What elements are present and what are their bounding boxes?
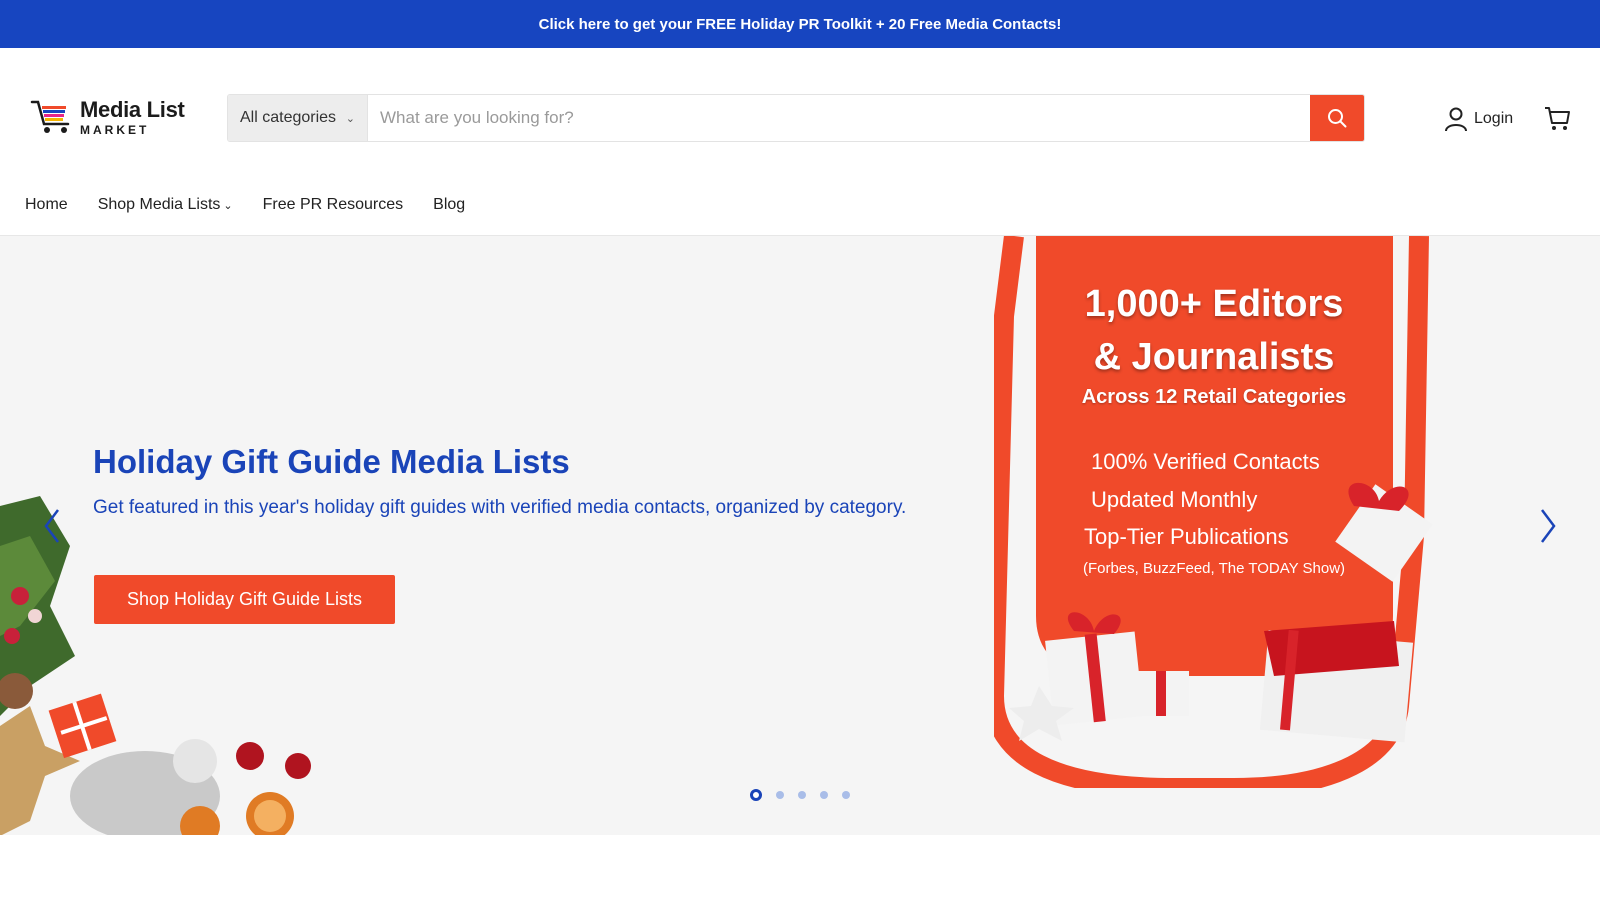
logo-cart-icon xyxy=(30,100,70,133)
slider-dot[interactable] xyxy=(776,791,784,799)
login-label: Login xyxy=(1474,110,1514,127)
promo-note: (Forbes, BuzzFeed, The TODAY Show) xyxy=(1082,560,1346,577)
chevron-down-icon: ⌄ xyxy=(223,199,233,212)
chevron-down-icon: ⌄ xyxy=(345,112,355,125)
chevron-left-icon[interactable] xyxy=(40,506,64,546)
nav-blog-label: Blog xyxy=(433,196,466,213)
nav-shop-media-lists[interactable]: Shop Media Lists ⌄ xyxy=(98,196,233,214)
search-button[interactable] xyxy=(1310,95,1364,141)
category-select-value: All categories xyxy=(240,109,337,126)
login-link[interactable]: Login xyxy=(1444,106,1513,132)
announcement-link[interactable]: Click here to get your FREE Holiday PR T… xyxy=(539,16,1062,33)
slider-dot[interactable] xyxy=(842,791,850,799)
chevron-right-icon[interactable] xyxy=(1536,506,1560,546)
nav-resources-label: Free PR Resources xyxy=(262,196,404,213)
category-select[interactable]: All categories ⌄ xyxy=(228,95,368,141)
hero-slider: Holiday Gift Guide Media Lists Get featu… xyxy=(0,235,1600,835)
hero-subtitle: Get featured in this year's holiday gift… xyxy=(93,497,907,518)
nav-blog[interactable]: Blog xyxy=(433,196,465,214)
logo-name: Media List xyxy=(80,96,185,122)
cart-icon xyxy=(1545,107,1570,130)
slider-dot[interactable] xyxy=(750,789,762,801)
announcement-bar: Click here to get your FREE Holiday PR T… xyxy=(0,0,1600,48)
promo-bullet: 100% Verified Contacts xyxy=(1091,449,1320,474)
logo-subtitle: MARKET xyxy=(80,122,150,137)
hero-title: Holiday Gift Guide Media Lists xyxy=(93,443,570,480)
user-icon xyxy=(1445,107,1467,132)
promo-headline-2: & Journalists xyxy=(1093,336,1335,378)
shop-holiday-lists-button[interactable]: Shop Holiday Gift Guide Lists xyxy=(94,575,395,624)
nav-home-label: Home xyxy=(25,196,68,213)
nav-shop-label: Shop Media Lists xyxy=(97,196,221,213)
slider-dots xyxy=(750,789,850,801)
main-nav: Home Shop Media Lists ⌄ Free PR Resource… xyxy=(25,196,465,214)
site-logo[interactable]: Media List MARKET xyxy=(30,98,185,136)
slider-dot[interactable] xyxy=(798,791,806,799)
promo-bullet: Top-Tier Publications xyxy=(1084,524,1289,549)
search-icon xyxy=(1328,109,1347,128)
promo-bullet: Updated Monthly xyxy=(1091,487,1258,512)
nav-home[interactable]: Home xyxy=(25,196,68,214)
search-bar: All categories ⌄ xyxy=(227,94,1365,142)
promo-headline-1: 1,000+ Editors xyxy=(1084,283,1344,325)
promo-subhead: Across 12 Retail Categories xyxy=(1081,386,1347,408)
search-input[interactable] xyxy=(368,95,1310,141)
cart-button[interactable] xyxy=(1543,104,1571,137)
slider-dot[interactable] xyxy=(820,791,828,799)
nav-free-pr-resources[interactable]: Free PR Resources xyxy=(263,196,404,214)
